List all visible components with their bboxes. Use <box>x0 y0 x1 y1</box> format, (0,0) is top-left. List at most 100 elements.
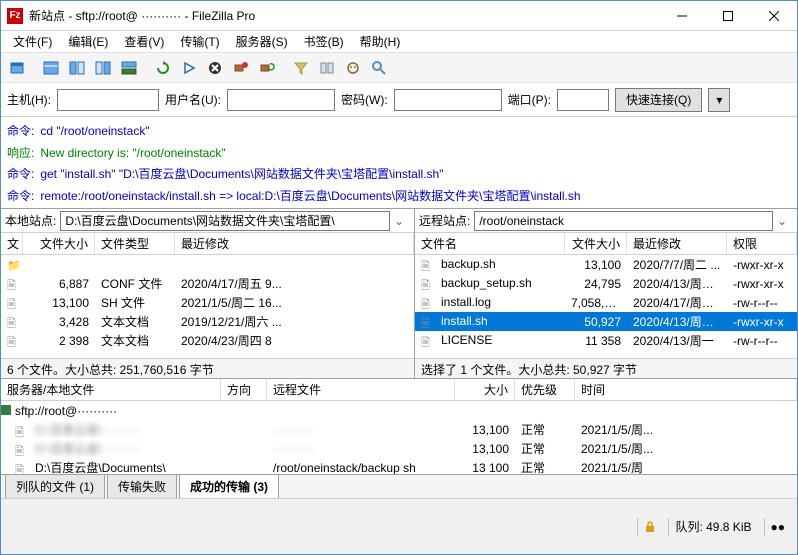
list-item[interactable]: 13,100SH 文件2021/1/5/周二 16... <box>1 293 414 312</box>
remote-path-input[interactable] <box>474 211 773 231</box>
toggle-log-icon[interactable] <box>39 56 63 80</box>
filter-icon[interactable] <box>289 56 313 80</box>
remote-path-dropdown-icon[interactable]: ⌄ <box>777 214 793 228</box>
menu-help[interactable]: 帮助(H) <box>352 31 409 52</box>
col-queue-remote[interactable]: 远程文件 <box>267 379 455 400</box>
col-remote-size[interactable]: 文件大小 <box>565 233 627 254</box>
file-icon <box>7 277 23 291</box>
remote-status: 选择了 1 个文件。大小总共: 50,927 字节 <box>415 358 797 378</box>
list-item[interactable]: 2 398文本文档2020/4/23/周四 8 <box>1 331 414 350</box>
toolbar <box>1 53 797 83</box>
menu-edit[interactable]: 编辑(E) <box>60 31 116 52</box>
col-remote-perms[interactable]: 权限 <box>727 233 797 254</box>
col-remote-name[interactable]: 文件名 <box>415 233 565 254</box>
file-icon <box>421 277 437 291</box>
pass-input[interactable] <box>394 89 502 111</box>
host-input[interactable] <box>57 89 159 111</box>
local-list[interactable]: 6,887CONF 文件2020/4/17/周五 9...13,100SH 文件… <box>1 255 414 358</box>
col-queue-prio[interactable]: 优先级 <box>515 379 575 400</box>
file-icon <box>7 296 23 310</box>
close-button[interactable] <box>751 1 797 31</box>
col-queue-local[interactable]: 服务器/本地文件 <box>1 379 221 400</box>
host-label: 主机(H): <box>7 91 51 108</box>
tab-queued[interactable]: 列队的文件 (1) <box>5 474 105 498</box>
queue-item[interactable]: sftp://root@·········· <box>1 401 797 420</box>
file-icon <box>7 315 23 329</box>
menu-transfer[interactable]: 传输(T) <box>172 31 227 52</box>
minimize-button[interactable] <box>659 1 705 31</box>
queue-item[interactable]: D:\百度云盘\····················13,100正常2021… <box>1 420 797 439</box>
local-path-input[interactable] <box>60 211 390 231</box>
toggle-queue-icon[interactable] <box>117 56 141 80</box>
search-icon[interactable] <box>367 56 391 80</box>
titlebar: Fz 新站点 - sftp://root@ ·········· - FileZ… <box>1 1 797 31</box>
user-input[interactable] <box>227 89 335 111</box>
menu-bookmarks[interactable]: 书签(B) <box>296 31 352 52</box>
queue-header: 服务器/本地文件 方向 远程文件 大小 优先级 时间 <box>1 379 797 401</box>
list-item[interactable]: 6,887CONF 文件2020/4/17/周五 9... <box>1 274 414 293</box>
list-item[interactable]: install.log7,058,6...2020/4/17/周五...-rw-… <box>415 293 797 312</box>
app-icon: Fz <box>7 8 23 24</box>
file-icon <box>15 443 31 457</box>
col-local-type[interactable]: 文件类型 <box>95 233 175 254</box>
menu-server[interactable]: 服务器(S) <box>228 31 296 52</box>
file-icon <box>421 315 437 329</box>
col-queue-size[interactable]: 大小 <box>455 379 515 400</box>
port-input[interactable] <box>557 89 609 111</box>
quickconnect-dropdown[interactable]: ▾ <box>708 88 730 112</box>
quickconnect-bar: 主机(H): 用户名(U): 密码(W): 端口(P): 快速连接(Q) ▾ <box>1 83 797 117</box>
list-item[interactable] <box>1 255 414 274</box>
list-item[interactable]: 3,428文本文档2019/12/21/周六 ... <box>1 312 414 331</box>
col-local-modified[interactable]: 最近修改 <box>175 233 414 254</box>
status-indicator: ●● <box>764 518 792 536</box>
file-icon <box>421 296 437 310</box>
menu-file[interactable]: 文件(F) <box>5 31 60 52</box>
remote-list[interactable]: backup.sh13,1002020/7/7/周二 ...-rwxr-xr-x… <box>415 255 797 358</box>
site-manager-icon[interactable] <box>5 56 29 80</box>
col-queue-dir[interactable]: 方向 <box>221 379 267 400</box>
remote-site-label: 远程站点: <box>419 212 470 229</box>
list-item[interactable]: backup.sh13,1002020/7/7/周二 ...-rwxr-xr-x <box>415 255 797 274</box>
remote-list-header: 文件名 文件大小 最近修改 权限 <box>415 233 797 255</box>
col-local-size[interactable]: 文件大小 <box>23 233 95 254</box>
tab-success[interactable]: 成功的传输 (3) <box>179 474 279 498</box>
col-queue-time[interactable]: 时间 <box>575 379 797 400</box>
disconnect-icon[interactable] <box>229 56 253 80</box>
queue-tabs: 列队的文件 (1) 传输失败 成功的传输 (3) <box>1 475 797 499</box>
file-icon <box>15 462 31 474</box>
log-line: 命令: remote:/root/oneinstack/install.sh =… <box>7 186 791 208</box>
user-label: 用户名(U): <box>165 91 221 108</box>
refresh-icon[interactable] <box>151 56 175 80</box>
local-status: 6 个文件。大小总共: 251,760,516 字节 <box>1 358 414 378</box>
log-line: 响应: New directory is: "/root/oneinstack" <box>7 143 791 165</box>
cancel-icon[interactable] <box>203 56 227 80</box>
compare-icon[interactable] <box>315 56 339 80</box>
log-line: 命令: get "install.sh" "D:\百度云盘\Documents\… <box>7 164 791 186</box>
log-pane[interactable]: 命令: cd "/root/oneinstack"响应: New directo… <box>1 117 797 209</box>
menu-view[interactable]: 查看(V) <box>116 31 172 52</box>
list-item[interactable]: LICENSE11 3582020/4/13/周一-rw-r--r-- <box>415 331 797 350</box>
col-remote-modified[interactable]: 最近修改 <box>627 233 727 254</box>
list-item[interactable]: backup_setup.sh24,7952020/4/13/周一...-rwx… <box>415 274 797 293</box>
file-icon <box>15 424 31 438</box>
queue-item[interactable]: D:\百度云盘\····················13,100正常2021… <box>1 439 797 458</box>
reconnect-icon[interactable] <box>255 56 279 80</box>
queue-list[interactable]: sftp://root@··········D:\百度云盘\··········… <box>1 401 797 474</box>
maximize-button[interactable] <box>705 1 751 31</box>
sync-browse-icon[interactable] <box>341 56 365 80</box>
port-label: 端口(P): <box>508 91 551 108</box>
pass-label: 密码(W): <box>341 91 388 108</box>
process-queue-icon[interactable] <box>177 56 201 80</box>
queue-item[interactable]: D:\百度云盘\Documents\/root/oneinstack/backu… <box>1 458 797 474</box>
tab-failed[interactable]: 传输失败 <box>107 474 177 498</box>
toggle-remote-tree-icon[interactable] <box>91 56 115 80</box>
quickconnect-button[interactable]: 快速连接(Q) <box>615 88 702 112</box>
statusbar: 队列: 49.8 KiB ●● <box>1 499 797 554</box>
toggle-local-tree-icon[interactable] <box>65 56 89 80</box>
list-item[interactable]: install.sh50,9272020/4/13/周一...-rwxr-xr-… <box>415 312 797 331</box>
local-path-dropdown-icon[interactable]: ⌄ <box>394 214 410 228</box>
window-title: 新站点 - sftp://root@ ·········· - FileZill… <box>29 7 659 24</box>
remote-pane: 远程站点: ⌄ 文件名 文件大小 最近修改 权限 backup.sh13,100… <box>415 209 797 378</box>
lock-icon <box>637 518 662 536</box>
col-local-name[interactable]: 文 <box>1 233 23 254</box>
